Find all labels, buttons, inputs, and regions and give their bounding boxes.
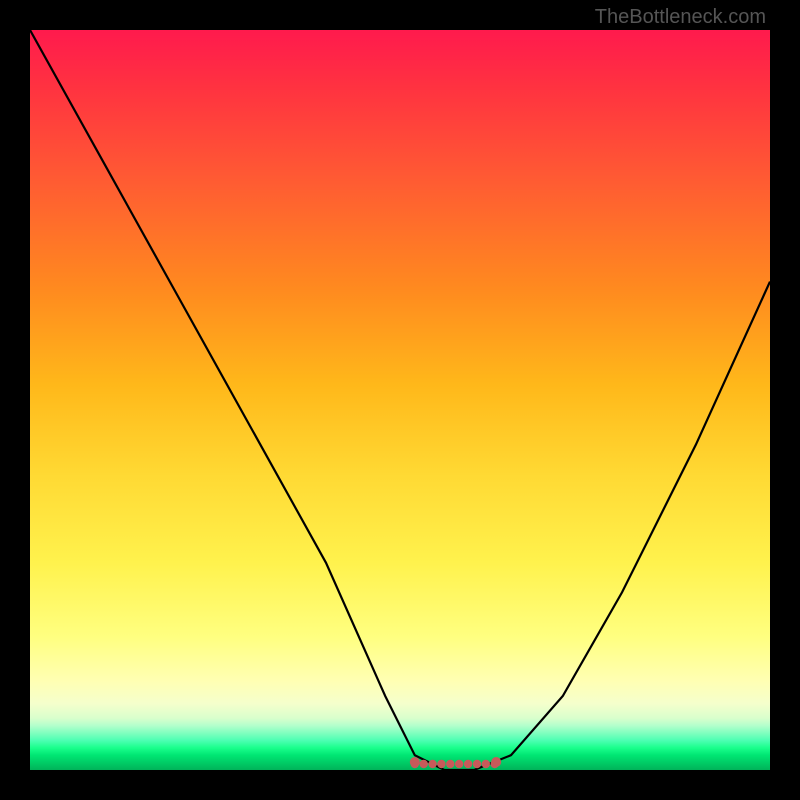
trough-highlight xyxy=(30,30,770,770)
watermark-text: TheBottleneck.com xyxy=(595,6,766,29)
plot-area xyxy=(30,30,770,770)
